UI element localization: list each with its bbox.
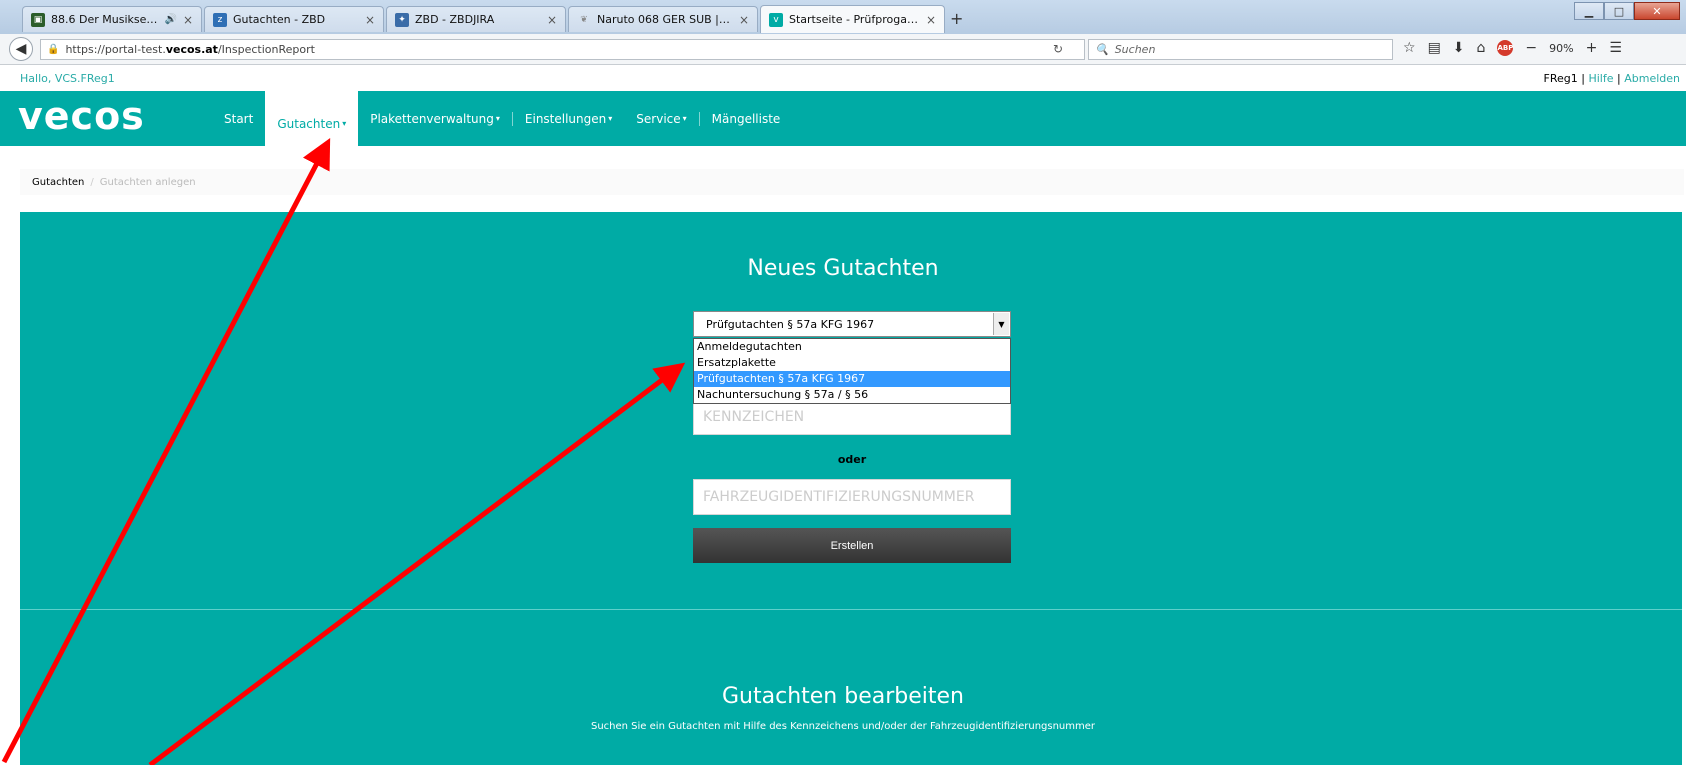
greeting: Hallo, VCS.FReg1 <box>20 71 115 85</box>
option-ersatzplakette[interactable]: Ersatzplakette <box>694 355 1010 371</box>
vecos-logo[interactable]: vecos <box>18 94 145 138</box>
menu-label: Start <box>224 111 254 126</box>
option-pruefgutachten[interactable]: Prüfgutachten § 57a KFG 1967 <box>694 371 1010 387</box>
report-type-options: Anmeldegutachten Ersatzplakette Prüfguta… <box>693 338 1011 404</box>
speaker-icon[interactable]: 🔊 <box>164 14 176 25</box>
home-icon[interactable]: ⌂ <box>1477 40 1486 56</box>
bookmark-star-icon[interactable]: ☆ <box>1403 40 1416 56</box>
edit-report-subtitle: Suchen Sie ein Gutachten mit Hilfe des K… <box>590 721 1096 732</box>
tab-label: 88.6 Der Musiksender | ... <box>51 13 158 26</box>
menu-label: Mängelliste <box>711 111 781 126</box>
help-link[interactable]: Hilfe <box>1588 72 1613 85</box>
option-nachuntersuchung[interactable]: Nachuntersuchung § 57a / § 56 <box>694 387 1010 403</box>
plate-placeholder: KENNZEICHEN <box>703 409 805 425</box>
main-menu: Start Gutachten ▾ Plakettenverwaltung ▾ Ei… <box>212 91 792 146</box>
caret-down-icon: ▾ <box>342 119 347 128</box>
lock-icon: 🔒 <box>47 44 60 55</box>
breadcrumb-item-current: Gutachten anlegen <box>99 176 196 188</box>
create-button[interactable]: Erstellen <box>693 528 1011 563</box>
window-controls: ▁ □ ✕ <box>1574 2 1680 20</box>
search-icon: 🔍 <box>1095 43 1109 56</box>
menu-label: Plakettenverwaltung <box>370 111 494 126</box>
user-links: FReg1 | Hilfe | Abmelden <box>1544 72 1680 85</box>
menu-item-service[interactable]: Service ▾ <box>624 91 698 146</box>
menu-item-plakettenverwaltung[interactable]: Plakettenverwaltung ▾ <box>358 91 512 146</box>
close-icon[interactable]: × <box>739 13 749 27</box>
menu-item-gutachten[interactable]: Gutachten ▾ <box>265 91 359 146</box>
url-host: vecos.at <box>165 43 218 56</box>
menu-item-maengelliste[interactable]: Mängelliste <box>700 91 793 146</box>
search-placeholder: Suchen <box>1114 43 1156 56</box>
browser-tab-zbdjira[interactable]: ✦ ZBD - ZBDJIRA × <box>386 6 566 32</box>
tab-label: Startseite - Prüfprogamm <box>789 13 920 26</box>
select-value: Prüfgutachten § 57a KFG 1967 <box>706 317 875 331</box>
tab-label: Gutachten - ZBD <box>233 13 326 26</box>
menu-label: Service <box>636 111 681 126</box>
dropdown-arrow-icon[interactable]: ▼ <box>993 313 1009 335</box>
menu-label: Einstellungen <box>524 111 607 126</box>
breadcrumb: Gutachten / Gutachten anlegen <box>20 169 1684 195</box>
browser-tab-music[interactable]: ▣ 88.6 Der Musiksender | ... 🔊 × <box>22 6 202 32</box>
report-type-select[interactable]: Prüfgutachten § 57a KFG 1967 ▼ <box>693 311 1011 337</box>
license-plate-input[interactable]: KENNZEICHEN <box>693 399 1011 435</box>
back-arrow-icon[interactable]: ◀ <box>9 37 33 61</box>
tab-label: ZBD - ZBDJIRA <box>415 13 495 26</box>
reading-list-icon[interactable]: ▤ <box>1428 40 1441 56</box>
music-favicon-icon: ▣ <box>31 12 45 27</box>
vin-input[interactable]: FAHRZEUGIDENTIFIZIERUNGSNUMMER <box>693 479 1011 515</box>
tab-label: Naruto 068 GER SUB | Die Z... <box>597 13 733 26</box>
menu-label: Gutachten <box>277 116 341 131</box>
close-icon[interactable]: × <box>183 13 193 27</box>
username: FReg1 <box>1543 71 1578 85</box>
url-path: /InspectionReport <box>217 43 315 56</box>
or-label: oder <box>837 453 867 466</box>
option-anmeldegutachten[interactable]: Anmeldegutachten <box>694 339 1010 355</box>
browser-tab-bar: ▣ 88.6 Der Musiksender | ... 🔊 × z Gutac… <box>0 0 1686 35</box>
edit-report-title: Gutachten bearbeiten <box>722 684 964 709</box>
download-icon[interactable]: ⬇ <box>1453 40 1465 56</box>
zoom-out-button[interactable]: − <box>1525 40 1537 56</box>
adblock-icon[interactable]: ABP <box>1497 40 1514 56</box>
hamburger-menu-icon[interactable]: ☰ <box>1609 40 1622 56</box>
new-report-title: Neues Gutachten <box>747 256 939 281</box>
separator: | <box>1581 71 1585 85</box>
zbd-favicon-icon: z <box>213 12 227 27</box>
vin-placeholder: FAHRZEUGIDENTIFIZIERUNGSNUMMER <box>703 489 975 505</box>
browser-toolbar-icons: ☆ ▤ ⬇ ⌂ ABP − 90% + ☰ <box>1403 40 1622 56</box>
close-icon[interactable]: × <box>926 13 936 27</box>
logout-link[interactable]: Abmelden <box>1624 72 1680 85</box>
browser-tab-gutachten-zbd[interactable]: z Gutachten - ZBD × <box>204 6 384 32</box>
browser-tab-naruto[interactable]: ❦ Naruto 068 GER SUB | Die Z... × <box>568 6 758 32</box>
browser-tab-startseite[interactable]: v Startseite - Prüfprogamm × <box>760 5 945 33</box>
browser-nav-bar: ◀ 🔒 https://portal-test. vecos.at/Inspect… <box>0 34 1686 65</box>
breadcrumb-item-gutachten[interactable]: Gutachten <box>32 177 84 188</box>
reload-icon[interactable]: ↻ <box>1053 42 1063 56</box>
section-divider <box>20 609 1682 610</box>
jira-favicon-icon: ✦ <box>395 12 409 27</box>
site-header: vecos Start Gutachten ▾ Plakettenverwaltu… <box>0 91 1686 146</box>
url-bar[interactable]: 🔒 https://portal-test. vecos.at/Inspectio… <box>40 39 1085 60</box>
window-close-icon[interactable]: ✕ <box>1634 2 1680 20</box>
breadcrumb-separator: / <box>90 176 94 188</box>
vecos-favicon-icon: v <box>769 12 783 27</box>
leaf-favicon-icon: ❦ <box>580 14 588 25</box>
zoom-level[interactable]: 90% <box>1549 42 1573 55</box>
minimize-icon[interactable]: ▁ <box>1574 2 1604 20</box>
caret-down-icon: ▾ <box>495 114 500 123</box>
url-prefix: https://portal-test. <box>65 43 166 56</box>
menu-item-einstellungen[interactable]: Einstellungen ▾ <box>513 91 624 146</box>
caret-down-icon: ▾ <box>608 114 613 123</box>
zoom-in-button[interactable]: + <box>1586 40 1598 56</box>
maximize-icon[interactable]: □ <box>1604 2 1634 20</box>
caret-down-icon: ▾ <box>682 114 687 123</box>
close-icon[interactable]: × <box>547 13 557 27</box>
user-bar: Hallo, VCS.FReg1 FReg1 | Hilfe | Abmelde… <box>0 66 1686 90</box>
separator: | <box>1617 71 1621 85</box>
browser-search-input[interactable]: 🔍 Suchen <box>1088 39 1393 60</box>
menu-item-start[interactable]: Start <box>212 91 265 146</box>
new-tab-button[interactable]: + <box>950 9 963 28</box>
close-icon[interactable]: × <box>365 13 375 27</box>
